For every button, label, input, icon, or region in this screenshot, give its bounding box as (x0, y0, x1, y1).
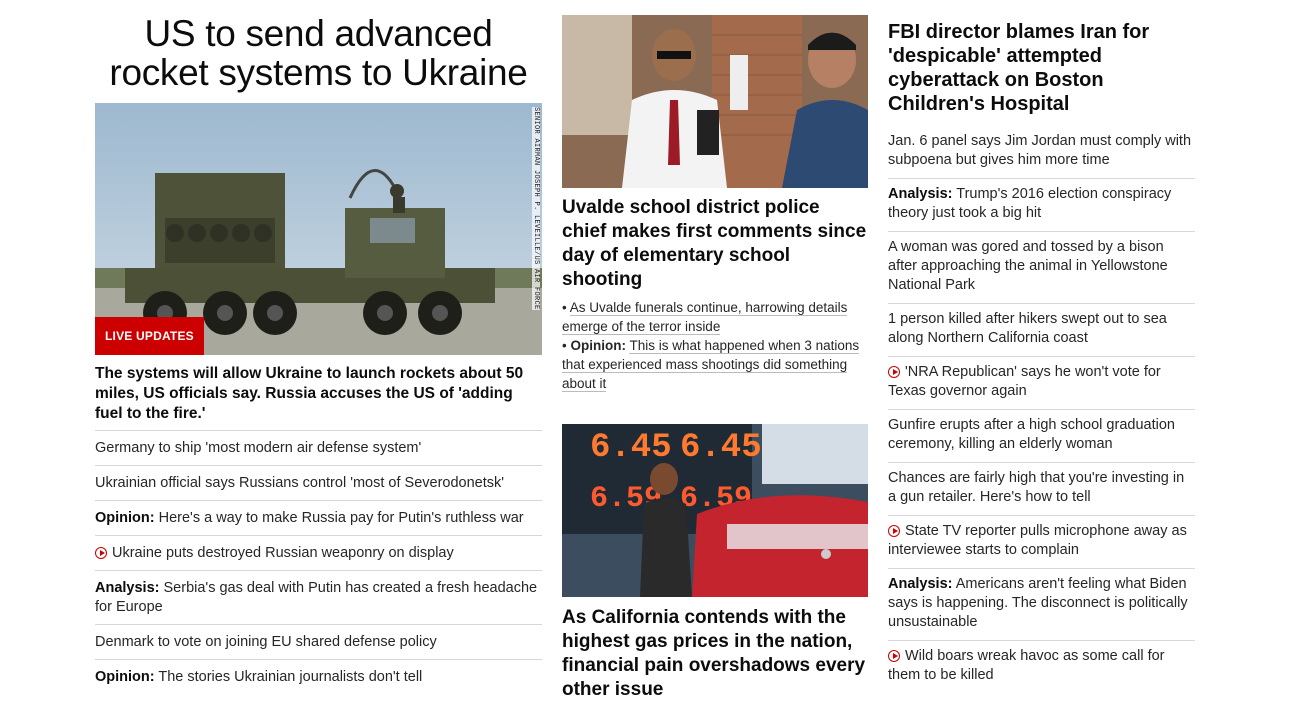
link-text: The stories Ukrainian journalists don't … (158, 669, 423, 685)
link-label-prefix: Analysis: (888, 576, 953, 592)
top-stories-list: Jan. 6 panel says Jim Jordan must comply… (888, 130, 1195, 693)
link-text: Wild boars wreak havoc as some call for … (888, 648, 1165, 683)
gas-prices-headline[interactable]: As California contends with the highest … (562, 606, 868, 702)
headline-link[interactable]: Germany to ship 'most modern air defense… (95, 430, 542, 465)
uvalde-sublinks: • As Uvalde funerals continue, harrowing… (562, 298, 868, 393)
link-text: A woman was gored and tossed by a bison … (888, 239, 1168, 293)
play-video-icon (95, 547, 107, 559)
link-label-prefix: Opinion: (95, 669, 155, 685)
sub-link-text: As Uvalde funerals continue, harrowing d… (562, 300, 848, 335)
play-video-icon (888, 650, 900, 662)
lead-story-image[interactable]: SENIOR AIRMAN JOSEPH P. LEVEILLE/US AIR … (95, 103, 542, 355)
gas-price-sign: 6.45 (590, 429, 672, 467)
fbi-headline[interactable]: FBI director blames Iran for 'despicable… (888, 20, 1195, 116)
headline-link[interactable]: 1 person killed after hikers swept out t… (888, 304, 1195, 357)
gas-station-photo: 6.45 6.45 6.59 6.59 (562, 424, 868, 597)
sub-link[interactable]: • Opinion: This is what happened when 3 … (562, 336, 868, 393)
live-updates-badge[interactable]: LIVE UPDATES (95, 317, 204, 355)
headline-link[interactable]: Opinion: Here's a way to make Russia pay… (95, 500, 542, 535)
headline-link[interactable]: Jan. 6 panel says Jim Jordan must comply… (888, 130, 1195, 179)
link-text: Ukraine puts destroyed Russian weaponry … (112, 545, 454, 561)
uvalde-story-image[interactable] (562, 15, 868, 188)
link-text: Germany to ship 'most modern air defense… (95, 440, 422, 456)
play-video-icon (888, 366, 900, 378)
right-column: FBI director blames Iran for 'despicable… (888, 0, 1195, 693)
link-text: 1 person killed after hikers swept out t… (888, 311, 1167, 346)
lead-story-column: US to send advanced rocket systems to Uk… (95, 0, 542, 694)
headline-link[interactable]: Denmark to vote on joining EU shared def… (95, 624, 542, 659)
headline-link[interactable]: Analysis: Serbia's gas deal with Putin h… (95, 570, 542, 624)
headline-link[interactable]: A woman was gored and tossed by a bison … (888, 232, 1195, 304)
related-links-list: Germany to ship 'most modern air defense… (95, 430, 542, 694)
headline-link[interactable]: State TV reporter pulls microphone away … (888, 516, 1195, 569)
headline-link[interactable]: Wild boars wreak havoc as some call for … (888, 641, 1195, 693)
headline-link[interactable]: Opinion: The stories Ukrainian journalis… (95, 659, 542, 694)
headline-link[interactable]: Chances are fairly high that you're inve… (888, 463, 1195, 516)
link-text: State TV reporter pulls microphone away … (888, 523, 1187, 558)
image-credit: SENIOR AIRMAN JOSEPH P. LEVEILLE/US AIR … (532, 107, 540, 310)
link-text: Ukrainian official says Russians control… (95, 475, 505, 491)
gas-price-sign-2: 6.45 (680, 429, 762, 467)
gas-prices-image[interactable]: 6.45 6.45 6.59 6.59 (562, 424, 868, 597)
link-text: Chances are fairly high that you're inve… (888, 470, 1185, 505)
link-label-prefix: Analysis: (95, 580, 160, 596)
link-text: 'NRA Republican' says he won't vote for … (888, 364, 1161, 399)
headline-link[interactable]: Gunfire erupts after a high school gradu… (888, 410, 1195, 463)
headline-link[interactable]: 'NRA Republican' says he won't vote for … (888, 357, 1195, 410)
middle-column: Uvalde school district police chief make… (562, 0, 868, 702)
link-text: Serbia's gas deal with Putin has created… (95, 580, 538, 615)
headline-link[interactable]: Ukraine puts destroyed Russian weaponry … (95, 535, 542, 570)
police-chief-photo (562, 15, 868, 188)
headline-link[interactable]: Ukrainian official says Russians control… (95, 465, 542, 500)
lead-subheadline[interactable]: The systems will allow Ukraine to launch… (95, 364, 542, 424)
headline-link[interactable]: Analysis: Trump's 2016 election conspira… (888, 179, 1195, 232)
link-label-prefix: Analysis: (888, 186, 953, 202)
link-text: Jan. 6 panel says Jim Jordan must comply… (888, 133, 1192, 168)
link-text: Denmark to vote on joining EU shared def… (95, 634, 437, 650)
link-text: Gunfire erupts after a high school gradu… (888, 417, 1175, 452)
play-video-icon (888, 525, 900, 537)
uvalde-headline[interactable]: Uvalde school district police chief make… (562, 196, 868, 292)
sub-link[interactable]: • As Uvalde funerals continue, harrowing… (562, 298, 868, 336)
sub-link-prefix: Opinion: (570, 338, 626, 353)
headline-link[interactable]: Analysis: Americans aren't feeling what … (888, 569, 1195, 641)
lead-headline[interactable]: US to send advanced rocket systems to Uk… (95, 14, 542, 92)
link-text: Here's a way to make Russia pay for Puti… (158, 510, 524, 526)
link-label-prefix: Opinion: (95, 510, 155, 526)
